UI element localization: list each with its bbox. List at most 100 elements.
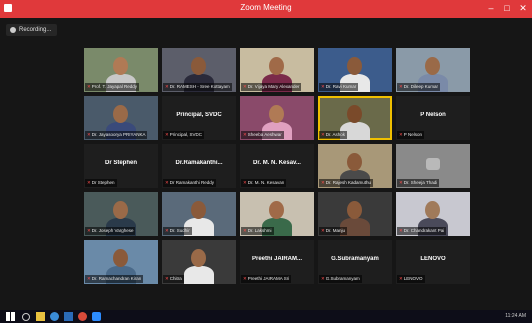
participant-name: Dr. Jayasoorya PRIYANKA: [91, 132, 146, 137]
browser-icon[interactable]: [50, 312, 59, 321]
participant-tile[interactable]: ✕Dr. Rajesh Kadamuthu: [318, 144, 392, 188]
recording-indicator[interactable]: Recording...: [6, 24, 58, 36]
chrome-icon[interactable]: [78, 312, 87, 321]
participant-name: Dr. RAMESH - Sree Kottayam: [169, 84, 230, 89]
participant-video: [184, 266, 214, 284]
participant-name-label: ✕Dr. Joseph Varghese: [85, 227, 136, 235]
participant-face: [347, 201, 362, 219]
participant-face: [191, 249, 206, 267]
mic-muted-icon: ✕: [243, 228, 247, 233]
participant-name-label: ✕Dr Stephen: [85, 179, 117, 187]
participant-tile[interactable]: ✕Dr. Ashok: [318, 96, 392, 140]
participant-name-label: ✕G.Subramanyam: [319, 275, 362, 283]
zoom-taskbar-icon[interactable]: [92, 312, 101, 321]
minimize-button[interactable]: –: [484, 2, 498, 14]
recording-label: Recording...: [19, 27, 52, 33]
participant-name-label: ✕Dr. Manju: [319, 227, 348, 235]
participant-name-label: ✕Chitra: [163, 275, 184, 283]
participant-name: Dr. Joseph Varghese: [91, 228, 134, 233]
participant-name-label: ✕Dr. Ravi Kumar: [319, 83, 359, 91]
participant-face: [113, 57, 128, 75]
mic-muted-icon: ✕: [321, 228, 325, 233]
participant-name: LENOVO: [403, 276, 423, 281]
participant-display-name: Principal, SVDC: [176, 112, 222, 118]
participant-name: Chitra: [169, 276, 182, 281]
participant-face: [347, 57, 362, 75]
mic-muted-icon: ✕: [87, 228, 91, 233]
mail-icon[interactable]: [64, 312, 73, 321]
mic-muted-icon: ✕: [243, 132, 247, 137]
participant-tile[interactable]: ✕Dr. Ramachandran Kiran: [84, 240, 158, 284]
participant-name-label: ✕Dr Ramakanthi Reddy: [163, 179, 217, 187]
maximize-button[interactable]: □: [500, 2, 514, 14]
participant-tile[interactable]: ✕Prof. T. Jayapal Reddy: [84, 48, 158, 92]
participant-name-label: ✕Dr. RAMESH - Sree Kottayam: [163, 83, 232, 91]
participant-tile[interactable]: G.Subramanyam ✕G.Subramanyam: [318, 240, 392, 284]
participant-tile[interactable]: Dr. M. N. Kesav... ✕Dr. M. N. Kesavan: [240, 144, 314, 188]
gallery-grid: ✕Prof. T. Jayapal Reddy ✕Dr. RAMESH - Sre…: [84, 48, 470, 284]
participant-face: [113, 105, 128, 123]
meeting-stage: Recording... ✕Prof. T. Jayapal Reddy ✕Dr.…: [0, 18, 532, 310]
participant-tile[interactable]: P Nelson ✕P Nelson: [396, 96, 470, 140]
participant-tile[interactable]: ✕Dr. Ravi Kumar: [318, 48, 392, 92]
participant-name-label: ✕P Nelson: [397, 131, 424, 139]
participant-name-label: ✕Dr. Vijaya Mary Alexander: [241, 83, 302, 91]
participant-tile[interactable]: ✕Dr. RAMESH - Sree Kottayam: [162, 48, 236, 92]
participant-name: G.Subramanyam: [325, 276, 360, 281]
participant-tile[interactable]: ✕Dr. Sudhir: [162, 192, 236, 236]
participant-name: Dr. Ramachandran Kiran: [91, 276, 142, 281]
mic-muted-icon: ✕: [243, 84, 247, 89]
participant-name: Dr Ramakanthi Reddy: [169, 180, 215, 185]
mic-muted-icon: ✕: [165, 180, 169, 185]
windows-start-icon[interactable]: [6, 312, 15, 321]
participant-name: Principal, SVDC: [169, 132, 203, 137]
participant-tile[interactable]: ✕Sheeba Aeshwar: [240, 96, 314, 140]
participant-name-label: ✕Dr. Chandrakant Pai: [397, 227, 447, 235]
participant-tile[interactable]: ✕Dr. Lakshmi: [240, 192, 314, 236]
mic-muted-icon: ✕: [165, 132, 169, 137]
participant-name: Dr. Dileep Kumar: [403, 84, 439, 89]
mic-muted-icon: ✕: [87, 132, 91, 137]
participant-name-label: ✕Dr. M. N. Kesavan: [241, 179, 287, 187]
mic-muted-icon: ✕: [87, 276, 91, 281]
participant-tile[interactable]: Dr.Ramakanthi... ✕Dr Ramakanthi Reddy: [162, 144, 236, 188]
participant-name: Dr. Lakshmi: [247, 228, 272, 233]
participant-tile[interactable]: ✕Dr. Dileep Kumar: [396, 48, 470, 92]
participant-tile[interactable]: ✕Dr. Sheeja Thadi: [396, 144, 470, 188]
participant-tile[interactable]: Principal, SVDC ✕Principal, SVDC: [162, 96, 236, 140]
participant-tile[interactable]: Dr Stephen ✕Dr Stephen: [84, 144, 158, 188]
participant-name-label: ✕Sheeba Aeshwar: [241, 131, 284, 139]
mic-muted-icon: ✕: [321, 276, 325, 281]
participant-name-label: ✕Dr. Jayasoorya PRIYANKA: [85, 131, 148, 139]
search-icon[interactable]: [22, 313, 30, 321]
participant-display-name: Dr. M. N. Kesav...: [253, 160, 301, 166]
mic-muted-icon: ✕: [165, 84, 169, 89]
participant-display-name: Dr.Ramakanthi...: [175, 160, 223, 166]
file-explorer-icon[interactable]: [36, 312, 45, 321]
participant-name: Prof. T. Jayapal Reddy: [91, 84, 137, 89]
participant-tile[interactable]: ✕Dr. Manju: [318, 192, 392, 236]
mic-muted-icon: ✕: [243, 180, 247, 185]
participant-tile[interactable]: ✕Chitra: [162, 240, 236, 284]
participant-tile[interactable]: ✕Dr. Chandrakant Pai: [396, 192, 470, 236]
participant-tile[interactable]: ✕Dr. Vijaya Mary Alexander: [240, 48, 314, 92]
participant-tile[interactable]: ✕Dr. Joseph Varghese: [84, 192, 158, 236]
participant-name-label: ✕Dr. Rajesh Kadamuthu: [319, 179, 374, 187]
mic-muted-icon: ✕: [399, 132, 403, 137]
titlebar: Zoom Meeting – □ ✕: [0, 0, 532, 18]
participant-tile[interactable]: ✕Dr. Jayasoorya PRIYANKA: [84, 96, 158, 140]
mic-muted-icon: ✕: [165, 228, 169, 233]
participant-tile[interactable]: Preethi JAIRAM... ✕Preethi JAIRAMA Sri: [240, 240, 314, 284]
mic-muted-icon: ✕: [321, 180, 325, 185]
participant-display-name: Dr Stephen: [104, 160, 137, 166]
participant-name-label: ✕Prof. T. Jayapal Reddy: [85, 83, 139, 91]
participant-name: Dr. Vijaya Mary Alexander: [247, 84, 300, 89]
mic-muted-icon: ✕: [399, 276, 403, 281]
participant-face: [425, 57, 440, 75]
close-button[interactable]: ✕: [516, 2, 530, 14]
participant-tile[interactable]: LENOVO ✕LENOVO: [396, 240, 470, 284]
mic-muted-icon: ✕: [321, 132, 325, 137]
participant-name-label: ✕Principal, SVDC: [163, 131, 205, 139]
participant-name: Preethi JAIRAMA Sri: [247, 276, 290, 281]
mic-muted-icon: ✕: [399, 228, 403, 233]
